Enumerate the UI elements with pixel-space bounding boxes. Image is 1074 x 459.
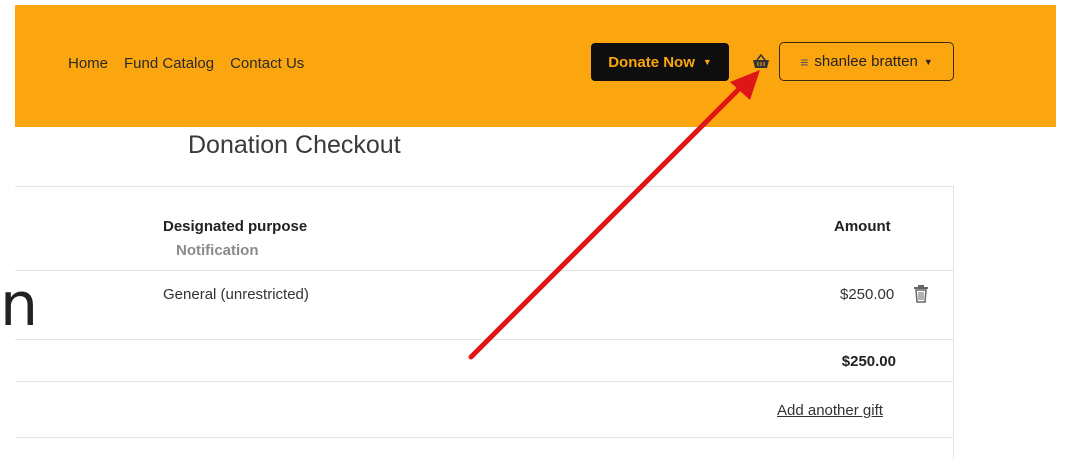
row-divider xyxy=(15,270,953,271)
caret-down-icon: ▼ xyxy=(702,57,712,67)
user-name: shanlee bratten xyxy=(814,53,918,70)
designated-purpose-header: Designated purpose xyxy=(163,218,308,235)
hamburger-icon: ≡ xyxy=(800,53,809,70)
user-menu-button[interactable]: ≡ shanlee bratten ▼ xyxy=(779,42,954,81)
nav-fund-catalog-link[interactable]: Fund Catalog xyxy=(124,55,214,72)
add-another-gift-link[interactable]: Add another gift xyxy=(777,402,883,419)
caret-down-icon: ▼ xyxy=(923,56,933,67)
row-divider xyxy=(15,437,953,438)
row-amount: $250.00 xyxy=(840,286,895,303)
trash-icon-glyph xyxy=(914,285,928,303)
page-title: Donation Checkout xyxy=(188,131,401,159)
row-divider xyxy=(15,381,953,382)
amount-header: Amount xyxy=(834,218,891,235)
main-nav: Home Fund Catalog Contact Us xyxy=(68,55,304,72)
donate-now-button[interactable]: Donate Now ▼ xyxy=(591,43,729,81)
row-divider xyxy=(15,339,953,340)
row-purpose: General (unrestricted) xyxy=(163,286,309,303)
notification-subheader: Notification xyxy=(176,242,259,259)
basket-icon-glyph xyxy=(753,54,769,68)
basket-icon[interactable] xyxy=(750,51,772,73)
trash-icon[interactable] xyxy=(913,285,929,303)
nav-contact-us-link[interactable]: Contact Us xyxy=(230,55,304,72)
donate-now-label: Donate Now xyxy=(608,53,695,71)
total-amount: $250.00 xyxy=(841,353,896,370)
nav-home-link[interactable]: Home xyxy=(68,55,108,72)
